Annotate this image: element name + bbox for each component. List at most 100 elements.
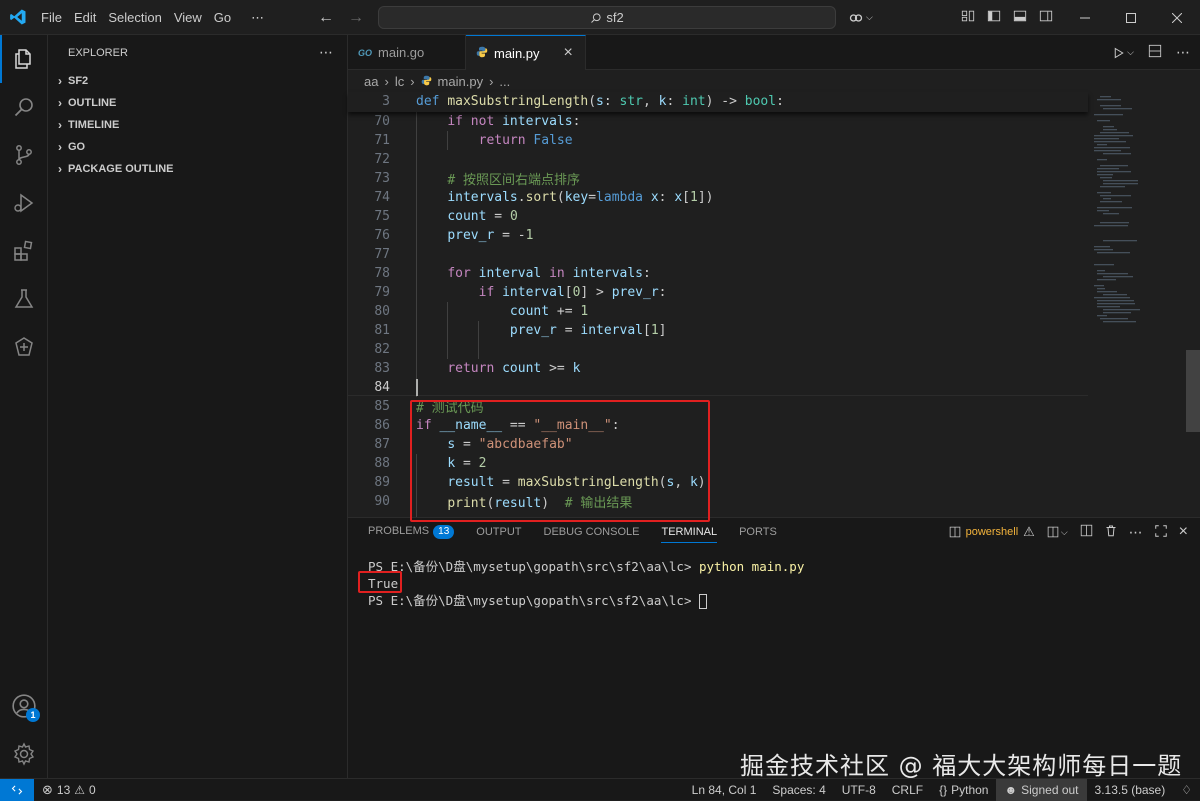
command-center-search[interactable]: sf2: [378, 6, 836, 29]
code-line[interactable]: 74 intervals.sort(key=lambda x: x[1]): [348, 188, 1088, 207]
sticky-scroll-header[interactable]: 3 def maxSubstringLength(s: str, k: int) …: [348, 92, 1088, 112]
minimize-icon[interactable]: [1062, 0, 1108, 35]
maximize-icon[interactable]: [1108, 0, 1154, 35]
code-line[interactable]: 76 prev_r = -1: [348, 226, 1088, 245]
breadcrumb-item[interactable]: aa: [364, 74, 378, 89]
close-window-icon[interactable]: [1154, 0, 1200, 35]
python-interpreter[interactable]: 3.13.5 (base): [1087, 779, 1174, 801]
minimap-line: [1097, 270, 1105, 272]
terminal-cursor: [699, 594, 707, 609]
code-line[interactable]: 82: [348, 340, 1088, 359]
explorer-more-icon[interactable]: ⋯: [319, 44, 333, 61]
close-panel-icon[interactable]: ×: [1179, 523, 1188, 541]
more-actions-icon[interactable]: ⋯: [1176, 44, 1190, 61]
cursor-position[interactable]: Ln 84, Col 1: [684, 779, 765, 801]
editor-scrollbar[interactable]: [1186, 350, 1200, 432]
section-outline[interactable]: › OUTLINE: [48, 92, 347, 114]
minimap[interactable]: [1088, 92, 1188, 332]
split-terminal-icon[interactable]: [1080, 524, 1093, 540]
breadcrumb-item[interactable]: ...: [499, 74, 510, 89]
forward-arrow-icon[interactable]: →: [348, 9, 364, 27]
minimap-line: [1094, 246, 1110, 248]
encoding[interactable]: UTF-8: [834, 779, 884, 801]
menu-more[interactable]: ⋯: [237, 0, 270, 35]
section-timeline[interactable]: › TIMELINE: [48, 114, 347, 136]
minimap-line: [1103, 126, 1114, 128]
problems-status[interactable]: ⊗ 13 ⚠ 0: [34, 779, 104, 801]
code-line[interactable]: 71 return False: [348, 131, 1088, 150]
customize-layout-icon[interactable]: [961, 9, 975, 26]
split-editor-icon[interactable]: [1148, 44, 1162, 61]
code-line[interactable]: 70 if not intervals:: [348, 112, 1088, 131]
sticky-line[interactable]: 3 def maxSubstringLength(s: str, k: int) …: [348, 92, 1088, 111]
toggle-panel-icon[interactable]: [1013, 9, 1027, 26]
menu-file[interactable]: File: [35, 0, 68, 35]
new-terminal-icon[interactable]: ⌵: [1047, 526, 1068, 538]
code-line[interactable]: 75 count = 0: [348, 207, 1088, 226]
trash-icon[interactable]: [1105, 524, 1117, 540]
line-number: 84: [374, 380, 390, 395]
minimap-line: [1097, 306, 1120, 308]
code-line[interactable]: 77: [348, 245, 1088, 264]
terminal-line: PS E:\备份\D盘\mysetup\gopath\src\sf2\aa\lc…: [368, 559, 805, 574]
code-line[interactable]: 81 prev_r = interval[1]: [348, 321, 1088, 340]
tab-problems[interactable]: PROBLEMS 13: [368, 525, 455, 539]
testing-icon[interactable]: [0, 275, 48, 323]
indentation[interactable]: Spaces: 4: [764, 779, 833, 801]
terminal-output[interactable]: PS E:\备份\D盘\mysetup\gopath\src\sf2\aa\lc…: [368, 558, 804, 609]
minimap-line: [1097, 252, 1130, 254]
back-arrow-icon[interactable]: ←: [318, 9, 334, 27]
explorer-header: EXPLORER ⋯: [48, 35, 347, 70]
breadcrumb-item[interactable]: lc: [395, 74, 404, 89]
run-file-icon[interactable]: ⌵: [1113, 47, 1134, 59]
code-line[interactable]: 73 # 按照区间右端点排序: [348, 169, 1088, 188]
code-line[interactable]: 79 if interval[0] > prev_r:: [348, 283, 1088, 302]
tab-terminal[interactable]: TERMINAL: [661, 521, 718, 543]
explorer-icon[interactable]: [0, 35, 48, 83]
code-line[interactable]: 83 return count >= k: [348, 359, 1088, 378]
language-mode[interactable]: {} Python: [931, 779, 996, 801]
remote-explorer-icon[interactable]: [0, 323, 48, 371]
tab-main-go[interactable]: GO main.go: [348, 35, 466, 70]
remote-indicator-icon[interactable]: [0, 778, 34, 801]
code-line[interactable]: 80 count += 1: [348, 302, 1088, 321]
breadcrumb-item[interactable]: main.py: [438, 74, 484, 89]
minimap-line: [1097, 288, 1105, 290]
section-sf2[interactable]: › SF2: [48, 70, 347, 92]
account-icon[interactable]: 1: [0, 682, 48, 730]
tab-main-py[interactable]: main.py ×: [466, 35, 586, 70]
menu-edit[interactable]: Edit: [68, 0, 102, 35]
end-of-line[interactable]: CRLF: [884, 779, 931, 801]
warning-icon: ⚠: [1023, 524, 1035, 539]
terminal-shell-selector[interactable]: powershell ⚠: [949, 524, 1035, 540]
section-go[interactable]: › GO: [48, 136, 347, 158]
more-actions-icon[interactable]: ⋯: [1129, 524, 1143, 541]
signed-out-status[interactable]: ☻ Signed out: [996, 779, 1087, 801]
menu-selection[interactable]: Selection: [102, 0, 167, 35]
line-number: 80: [374, 304, 390, 319]
tab-output[interactable]: OUTPUT: [476, 526, 521, 538]
notifications-bell-icon[interactable]: ♢: [1173, 779, 1200, 801]
copilot-icon[interactable]: ⌵: [848, 10, 873, 26]
close-tab-icon[interactable]: ×: [564, 44, 573, 62]
tab-label: main.py: [494, 45, 540, 61]
menu-go[interactable]: Go: [208, 0, 237, 35]
explorer-title: EXPLORER: [68, 46, 128, 59]
code-line[interactable]: 84: [348, 378, 1088, 397]
code-line[interactable]: 72: [348, 150, 1088, 169]
tab-ports[interactable]: PORTS: [739, 526, 777, 538]
section-package-outline[interactable]: › PACKAGE OUTLINE: [48, 158, 347, 180]
toggle-sidebar-icon[interactable]: [987, 9, 1001, 26]
editor-tabs: GO main.go main.py × ⌵ ⋯: [348, 35, 1200, 70]
search-icon[interactable]: [0, 83, 48, 131]
settings-gear-icon[interactable]: [0, 730, 48, 778]
toggle-secondary-sidebar-icon[interactable]: [1039, 9, 1053, 26]
code-line[interactable]: 78 for interval in intervals:: [348, 264, 1088, 283]
run-debug-icon[interactable]: [0, 179, 48, 227]
menu-view[interactable]: View: [168, 0, 208, 35]
tab-debug-console[interactable]: DEBUG CONSOLE: [544, 526, 640, 538]
extensions-icon[interactable]: [0, 227, 48, 275]
maximize-panel-icon[interactable]: [1154, 524, 1167, 540]
terminal-result: True: [368, 576, 399, 591]
source-control-icon[interactable]: [0, 131, 48, 179]
